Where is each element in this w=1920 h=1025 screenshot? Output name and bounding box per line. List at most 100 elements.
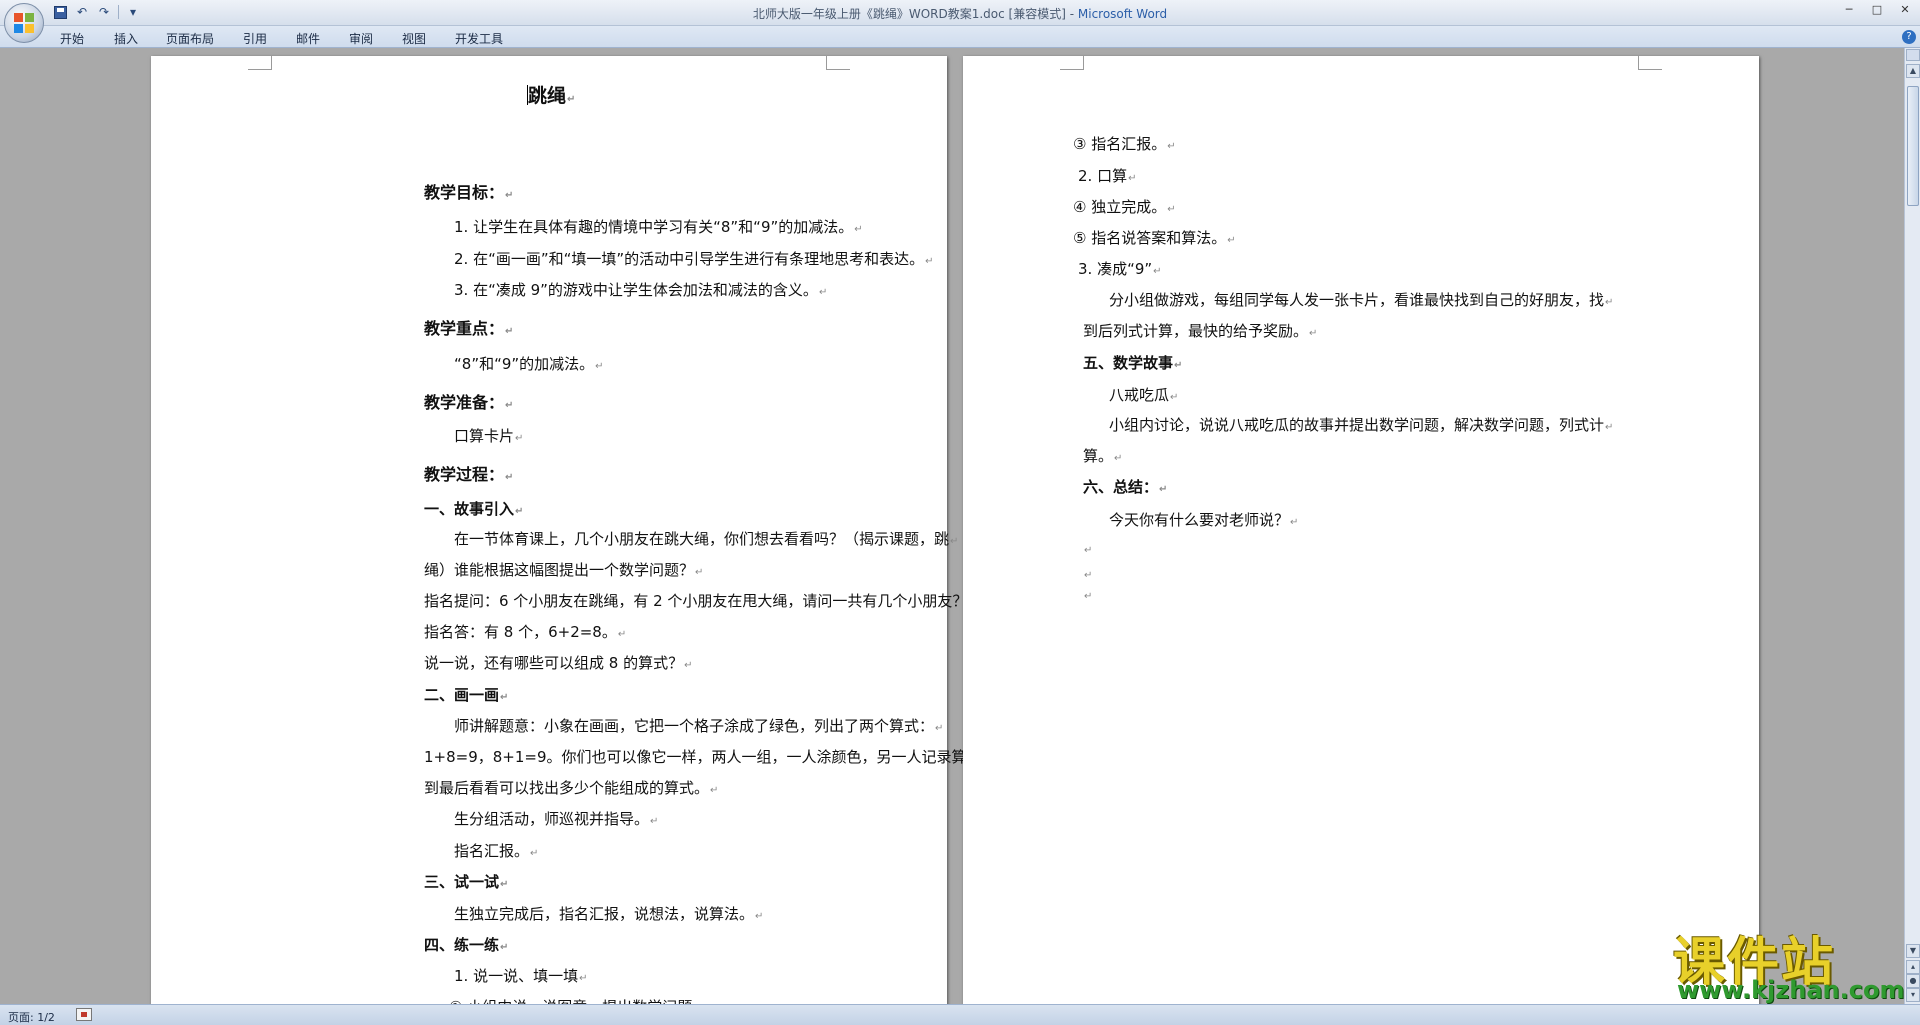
paragraph-mark-icon: ↵: [710, 785, 719, 796]
paragraph-mark-icon: ↵: [1170, 392, 1179, 403]
page-1-paragraph: 指名答：有 8 个，6+2=8。↵: [424, 621, 626, 642]
paragraph-mark-icon: ↵: [1605, 422, 1614, 433]
page-1-paragraph: 二、画一画↵: [424, 684, 508, 705]
title-bar: ↶ ↷ ▾ 北师大版一年级上册《跳绳》WORD教案1.doc [兼容模式] - …: [0, 0, 1920, 43]
paragraph-text: 指名汇报。: [454, 842, 530, 860]
paragraph-mark-icon: ↵: [505, 400, 514, 411]
page-1-paragraph: 教学重点：↵: [424, 315, 513, 339]
help-icon[interactable]: ?: [1902, 30, 1916, 44]
page-2-paragraph: ↵: [1083, 539, 1092, 557]
view-ruler-button[interactable]: [1906, 49, 1920, 61]
paragraph-mark-icon: ↵: [505, 326, 514, 337]
page-1-paragraph: “8”和“9”的加减法。↵: [454, 353, 604, 374]
paragraph-text: 指名提问：6 个小朋友在跳绳，有 2 个小朋友在甩大绳，请问一共有几个小朋友？: [424, 592, 968, 610]
paragraph-mark-icon: ↵: [515, 506, 524, 517]
browse-object-icon[interactable]: ●: [1906, 974, 1920, 988]
paragraph-mark-icon: ↵: [1159, 484, 1168, 495]
scroll-down-icon[interactable]: ▼: [1906, 944, 1920, 958]
paragraph-text: 教学目标：: [424, 183, 505, 202]
paragraph-text: 3. 在“凑成 9”的游戏中让学生体会加法和减法的含义。: [454, 281, 818, 299]
paragraph-mark-icon: ↵: [684, 660, 693, 671]
paragraph-text: 二、画一画: [424, 686, 500, 704]
paragraph-text: 3. 凑成“9”: [1078, 260, 1153, 278]
paragraph-mark-icon: ↵: [617, 629, 627, 640]
paragraph-mark-icon: ↵: [1605, 297, 1614, 308]
paragraph-mark-icon: ↵: [595, 361, 604, 372]
tab-references[interactable]: 引用: [243, 30, 267, 47]
paragraph-mark-icon: ↵: [505, 472, 514, 483]
page-2[interactable]: ③ 指名汇报。↵ 2. 口算↵ ④ 独立完成。↵ ⑤ 指名说答案和算法。↵ 3. 凑成“…: [963, 56, 1759, 1004]
previous-page-icon[interactable]: ▴: [1906, 960, 1920, 974]
site-watermark: 课件站 www.kjzhan.com: [1665, 920, 1905, 1004]
paragraph-text: 2. 在“画一画”和“填一填”的活动中引导学生进行有条理地思考和表达。: [454, 250, 925, 268]
office-button[interactable]: [4, 3, 44, 43]
page-2-paragraph: 分小组做游戏，每组同学每人发一张卡片，看谁最快找到自己的好朋友，找↵: [1109, 289, 1613, 310]
page-2-paragraph: ↵: [1083, 564, 1092, 582]
paragraph-text: 算。: [1083, 447, 1114, 465]
paragraph-mark-icon: ↵: [755, 911, 764, 922]
app-name: Microsoft Word: [1077, 7, 1168, 21]
paragraph-text: 四、练一练: [424, 936, 500, 954]
page-1-paragraph: ① 小组内说一说图意，提出数学问题。↵: [449, 996, 717, 1004]
paragraph-text: 师讲解题意：小象在画画，它把一个格子涂成了绿色，列出了两个算式：: [454, 717, 935, 735]
document-title: 北师大版一年级上册《跳绳》WORD教案1.doc [兼容模式] -: [752, 7, 1078, 21]
vertical-scrollbar[interactable]: ▲ ▼ ▴ ● ▾: [1904, 48, 1920, 1004]
next-page-icon[interactable]: ▾: [1906, 988, 1920, 1002]
paragraph-text: 六、总结：: [1083, 478, 1159, 496]
page-1-paragraph: 一、故事引入↵: [424, 498, 523, 519]
page-1-paragraph: 到最后看看可以找出多少个能组成的算式。↵: [424, 777, 718, 798]
tab-review[interactable]: 审阅: [349, 30, 373, 47]
status-bar: 页面: 1/2: [0, 1004, 1920, 1025]
page-1-paragraph: 1. 说一说、填一填↵: [454, 965, 587, 986]
paragraph-text: 八戒吃瓜: [1109, 386, 1170, 404]
page-count-status[interactable]: 页面: 1/2: [8, 1009, 55, 1025]
paragraph-text: 教学过程：: [424, 465, 505, 484]
page-2-paragraph: 小组内讨论，说说八戒吃瓜的故事并提出数学问题，解决数学问题，列式计↵: [1109, 414, 1613, 435]
window-controls: ─ □ ✕: [1840, 3, 1914, 16]
paragraph-text: 一、故事引入: [424, 500, 515, 518]
ribbon-tabs: 开始 插入 页面布局 引用 邮件 审阅 视图 开发工具 ?: [0, 26, 1920, 48]
paragraph-mark-icon: ↵: [500, 692, 509, 703]
page-1-paragraph: 生独立完成后，指名汇报，说想法，说算法。↵: [454, 903, 763, 924]
tab-page-layout[interactable]: 页面布局: [166, 30, 214, 47]
paragraph-text: 口算卡片: [454, 427, 515, 445]
paragraph-mark-icon: ↵: [1084, 570, 1093, 581]
page-2-paragraph: 到后列式计算，最快的给予奖励。↵: [1083, 320, 1317, 341]
page-1-body: 教学目标： ↵ 1. 让学生在具体有趣的情境中学习有关“8”和“9”的加减法。 ↵ 2.…: [151, 56, 1006, 1004]
page-1-paragraph: 在一节体育课上，几个小朋友在跳大绳，你们想去看看吗？（揭示课题，跳↵: [454, 528, 958, 549]
page-2-paragraph: 今天你有什么要对老师说？↵: [1109, 509, 1298, 530]
page-1[interactable]: 跳绳↵ 教学目标：↵ 1. 让学生在具体有趣的情境中学习有关“8”和“9”的加减法…: [151, 56, 1006, 1004]
paragraph-mark-icon: ↵: [1084, 591, 1093, 602]
scrollbar-thumb[interactable]: [1907, 86, 1919, 206]
page-2-paragraph: 3. 凑成“9”↵: [1078, 258, 1162, 279]
maximize-icon[interactable]: □: [1868, 3, 1886, 16]
paragraph-mark-icon: ↵: [650, 816, 659, 827]
page-1-paragraph: 绳）谁能根据这幅图提出一个数学问题？↵: [424, 559, 703, 580]
paragraph-mark-icon: ↵: [695, 567, 704, 578]
page-1-paragraph: 师讲解题意：小象在画画，它把一个格子涂成了绿色，列出了两个算式：↵: [454, 715, 943, 736]
page-1-paragraph: 1+8=9，8+1=9。你们也可以像它一样，两人一组，一人涂颜色，另一人记录算式…: [424, 746, 1006, 767]
window-title: 北师大版一年级上册《跳绳》WORD教案1.doc [兼容模式] - Micros…: [0, 5, 1920, 22]
paragraph-text: 三、试一试: [424, 873, 500, 891]
paragraph-text: 分小组做游戏，每组同学每人发一张卡片，看谁最快找到自己的好朋友，找: [1109, 291, 1605, 309]
paragraph-mark-icon: ↵: [818, 287, 828, 298]
tab-view[interactable]: 视图: [402, 30, 426, 47]
page-1-paragraph: 四、练一练↵: [424, 934, 508, 955]
paragraph-mark-icon: ↵: [1290, 517, 1299, 528]
close-icon[interactable]: ✕: [1896, 3, 1914, 16]
scroll-up-icon[interactable]: ▲: [1906, 64, 1920, 78]
page-2-paragraph: ③ 指名汇报。↵: [1073, 133, 1176, 154]
paragraph-mark-icon: ↵: [1128, 173, 1137, 184]
paragraph-text: “8”和“9”的加减法。: [454, 355, 595, 373]
tab-home[interactable]: 开始: [60, 30, 84, 47]
page-1-paragraph: 口算卡片↵: [454, 425, 523, 446]
minimize-icon[interactable]: ─: [1840, 3, 1858, 16]
paragraph-text: 1+8=9，8+1=9。你们也可以像它一样，两人一组，一人涂颜色，另一人记录算式…: [424, 748, 997, 766]
page-1-paragraph: 说一说，还有哪些可以组成 8 的算式？↵: [424, 652, 692, 673]
macro-record-icon[interactable]: [76, 1008, 92, 1021]
tab-developer[interactable]: 开发工具: [455, 30, 503, 47]
watermark-url: www.kjzhan.com: [1677, 976, 1905, 1004]
tab-mailings[interactable]: 邮件: [296, 30, 320, 47]
paragraph-text: 1. 让学生在具体有趣的情境中学习有关“8”和“9”的加减法。: [454, 218, 854, 236]
tab-insert[interactable]: 插入: [114, 30, 138, 47]
